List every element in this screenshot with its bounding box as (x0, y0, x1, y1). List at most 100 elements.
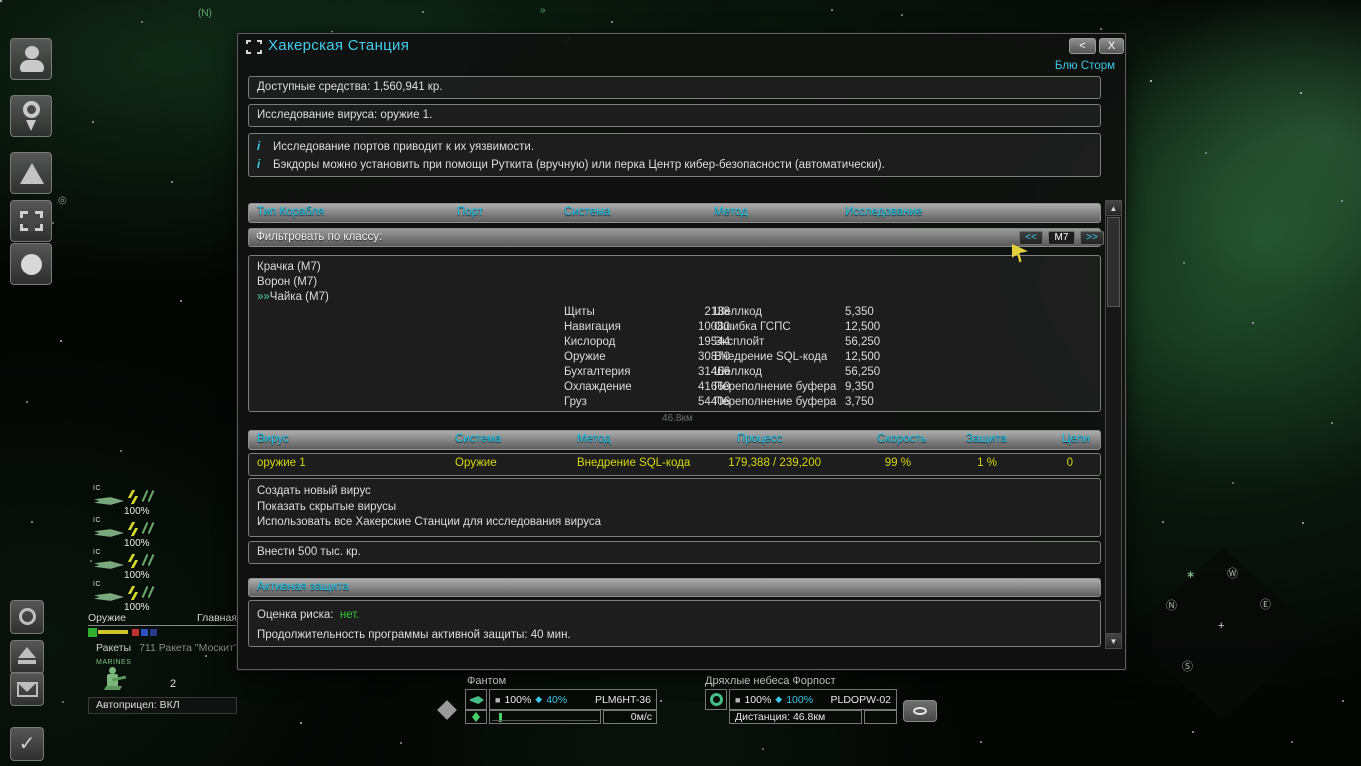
ship-class-row[interactable]: Крачка (M7) (249, 261, 1100, 276)
station-owner: Блю Сторм (1054, 60, 1115, 72)
lightning-icon (127, 490, 139, 504)
hull-icon: ■ (735, 694, 741, 705)
person-icon (20, 46, 44, 72)
research-readout: Исследование вируса: оружие 1. (248, 104, 1101, 127)
lightning-icon (127, 522, 139, 536)
wingman-entry[interactable]: IC 100% (88, 485, 238, 519)
weapon-energy-bar (98, 630, 128, 634)
confirm-button[interactable]: ✓ (10, 727, 44, 761)
rockets-value: 711 Ракета "Москит" (139, 642, 238, 654)
wingman-hull: 100% (124, 570, 150, 581)
wingman-hull: 100% (124, 538, 150, 549)
deposit-button[interactable]: Внести 500 тыс. кр. (248, 541, 1101, 564)
target-station-icon-box (705, 689, 727, 710)
frame-brackets-icon (20, 211, 43, 231)
port-system: Бухгалтерия (564, 366, 631, 378)
target-action-button[interactable] (903, 700, 937, 722)
virus-system: Оружие (455, 457, 497, 469)
port-research: 12,500 (845, 321, 881, 333)
weapon-chip-green (88, 628, 97, 637)
rockets-readout[interactable]: Ракеты 711 Ракета "Москит" (96, 642, 238, 654)
port-research: 12,500 (845, 351, 881, 363)
port-row[interactable]: 30870 Оружие Внедрение SQL-кода 12,500 (249, 351, 1100, 366)
back-button[interactable]: < (1069, 38, 1096, 54)
filter-next-button[interactable]: >> (1080, 231, 1104, 245)
sector-menu-button[interactable] (10, 243, 52, 285)
filter-class-value[interactable]: M7 (1048, 231, 1075, 245)
port-row[interactable]: 2138 Щиты Шеллкод 5,350 (249, 306, 1100, 321)
shield-marks-icon (141, 586, 156, 599)
col-port: Порт (457, 206, 484, 218)
port-row[interactable]: 31466 Бухгалтерия Шеллкод 56,250 (249, 366, 1100, 381)
oval-icon (913, 707, 927, 715)
game-screen: (N) » ↗ ◎ 46.8км ✓ IC 100% IC 100% IC 10… (0, 0, 1361, 766)
shield-percent: 100% (786, 693, 814, 706)
ship-icon (470, 696, 484, 704)
starfield (0, 0, 2, 2)
info-icon: i (257, 159, 261, 171)
scroll-up-arrow[interactable]: ▲ (1106, 201, 1121, 216)
port-method: Шеллкод (714, 306, 762, 318)
col-ship-type: Тип Корабля (257, 206, 325, 218)
ports-list: Крачка (M7) Ворон (M7) »»Чайка (M7) 2138… (248, 255, 1101, 412)
action-use-all-stations[interactable]: Использовать все Хакерские Станции для и… (257, 515, 1092, 531)
port-system: Щиты (564, 306, 595, 318)
ship-class-row[interactable]: Ворон (M7) (249, 276, 1100, 291)
scroll-down-arrow[interactable]: ▼ (1106, 633, 1121, 648)
speed-gauge[interactable] (489, 710, 601, 724)
col-method: Метод (577, 433, 611, 445)
action-create-virus[interactable]: Создать новый вирус (257, 484, 1092, 500)
wingman-tag: IC (93, 485, 101, 492)
pilot-menu-button[interactable] (10, 38, 52, 80)
action-show-hidden-viruses[interactable]: Показать скрытые вирусы (257, 500, 1092, 516)
tab-weapons[interactable]: Оружие (88, 612, 126, 624)
comms-button[interactable] (10, 600, 44, 634)
target-menu-button[interactable] (10, 200, 52, 242)
virus-row-box: оружие 1 Оружие Внедрение SQL-кода 179,3… (248, 453, 1101, 476)
wingman-entry[interactable]: IC 100% (88, 581, 238, 615)
wingman-ship-icon (94, 561, 124, 569)
ship-menu-button[interactable] (10, 152, 52, 194)
virus-row[interactable]: оружие 1 Оружие Внедрение SQL-кода 179,3… (249, 457, 1100, 475)
ship-class-name: Крачка (M7) (257, 261, 321, 273)
player-ship-name: Фантом (467, 675, 507, 687)
dialog-scrollbar[interactable]: ▲ ▼ (1105, 200, 1122, 649)
port-row[interactable]: 54406 Груз Переполнение буфера 3,750 (249, 396, 1100, 411)
port-row[interactable]: 10080 Навигация Ошибка ГСПС 12,500 (249, 321, 1100, 336)
col-research: Исследование (845, 206, 923, 218)
scroll-thumb[interactable] (1107, 217, 1120, 307)
risk-line: Оценка риска: нет. (257, 605, 1092, 625)
shield-marks-icon (141, 554, 156, 567)
navigation-menu-button[interactable] (10, 95, 52, 137)
close-button[interactable]: X (1099, 38, 1124, 54)
radar-east-icon: Ⓔ (1260, 599, 1271, 611)
ship-class-row-selected[interactable]: »»Чайка (M7) (249, 291, 1100, 306)
dialog-title: Хакерская Станция (268, 37, 410, 54)
ship-id: PLM6HT-36 (594, 693, 651, 706)
shield-marks-icon (141, 490, 156, 503)
port-row[interactable]: 19544 Кислород Эксплойт 56,250 (249, 336, 1100, 351)
col-system: Система (564, 206, 611, 218)
port-row[interactable]: 41660 Охлаждение Переполнение буфера 9,3… (249, 381, 1100, 396)
wingman-entry[interactable]: IC 100% (88, 517, 238, 551)
tab-main[interactable]: Главная (197, 612, 237, 624)
port-method: Переполнение буфера (714, 396, 837, 408)
messages-button[interactable] (10, 672, 44, 706)
col-defense: Защита (966, 433, 1007, 445)
col-virus: Вирус (257, 433, 289, 445)
wingman-entry[interactable]: IC 100% (88, 549, 238, 583)
autoaim-toggle[interactable]: Автоприцел: ВКЛ (88, 697, 237, 714)
radar-center-marker-icon: + (1218, 620, 1225, 632)
filter-prev-button[interactable]: << (1019, 231, 1043, 245)
hull-percent: 100% (504, 693, 532, 706)
station-icon (710, 693, 723, 706)
class-filter-bar: Фильтровать по классу: << M7 >> (248, 228, 1104, 247)
risk-label: Оценка риска: (257, 609, 337, 621)
virus-actions-box: Создать новый вирус Показать скрытые вир… (248, 478, 1101, 537)
port-system: Груз (564, 396, 587, 408)
radar-blip-icon: ∗ (1186, 569, 1196, 581)
player-ship-icon-box (465, 689, 487, 710)
throttle-arrows-icon[interactable] (465, 710, 487, 724)
eject-button[interactable] (10, 640, 44, 674)
shield-percent: 40% (546, 693, 568, 706)
